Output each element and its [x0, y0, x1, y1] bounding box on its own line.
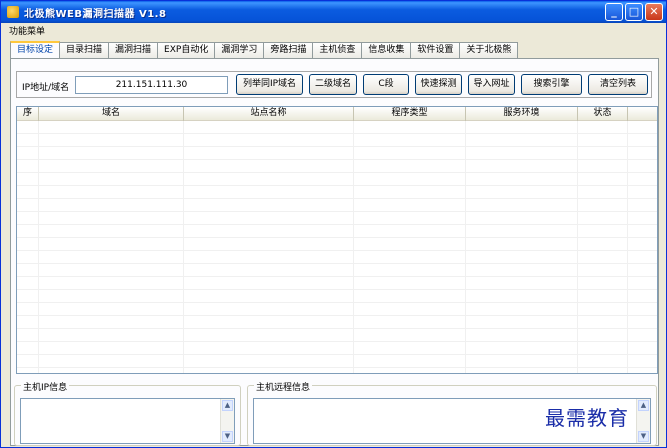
window-controls: _ □ ✕ — [605, 3, 663, 21]
grid-line — [627, 121, 628, 373]
c-segment-button[interactable]: C段 — [363, 74, 409, 95]
table-body — [17, 121, 657, 373]
host-ip-info-textarea[interactable]: ▲ ▼ — [20, 398, 235, 444]
grid-line — [183, 121, 184, 373]
target-toolbar: IP地址/域名 211.151.111.30 列举同IP域名 二级域名 C段 快… — [16, 71, 652, 98]
host-remote-info-title: 主机远程信息 — [254, 380, 313, 393]
ip-domain-input[interactable]: 211.151.111.30 — [75, 76, 228, 94]
results-table[interactable]: 序 域名 站点名称 程序类型 服务环境 状态 — [16, 106, 658, 374]
column-header-server-env[interactable]: 服务环境 — [466, 107, 578, 121]
host-ip-info-title: 主机IP信息 — [21, 380, 70, 393]
column-header-index[interactable]: 序 — [17, 107, 39, 121]
scroll-down-icon[interactable]: ▼ — [222, 431, 233, 442]
menu-function[interactable]: 功能菜单 — [9, 24, 45, 37]
tab-host-recon[interactable]: 主机侦查 — [312, 42, 363, 58]
clear-list-button[interactable]: 清空列表 — [588, 74, 648, 95]
menu-bar: 功能菜单 — [1, 23, 666, 38]
column-header-status[interactable]: 状态 — [578, 107, 628, 121]
grid-line — [577, 121, 578, 373]
tab-info-gathering[interactable]: 信息收集 — [361, 42, 412, 58]
window-title: 北极熊WEB漏洞扫描器 V1.8 — [24, 8, 167, 20]
import-urls-button[interactable]: 导入网址 — [468, 74, 515, 95]
maximize-button[interactable]: □ — [625, 3, 643, 21]
quick-probe-button[interactable]: 快速探测 — [415, 74, 462, 95]
table-header: 序 域名 站点名称 程序类型 服务环境 状态 — [17, 107, 657, 121]
title-bar[interactable]: 北极熊WEB漏洞扫描器 V1.8 _ □ ✕ — [1, 1, 666, 23]
tab-directory-scan[interactable]: 目录扫描 — [59, 42, 110, 58]
tab-sidenote-scan[interactable]: 旁路扫描 — [263, 42, 314, 58]
ip-label: IP地址/域名 — [22, 83, 70, 93]
column-header-site-name[interactable]: 站点名称 — [184, 107, 354, 121]
scroll-up-icon[interactable]: ▲ — [638, 400, 649, 411]
column-header-domain[interactable]: 域名 — [39, 107, 184, 121]
vertical-scrollbar[interactable]: ▲ ▼ — [636, 399, 650, 443]
search-engine-button[interactable]: 搜索引擎 — [521, 74, 582, 95]
app-icon — [7, 6, 19, 18]
host-ip-info-group: 主机IP信息 ▲ ▼ — [14, 380, 241, 446]
grid-line — [38, 121, 39, 373]
tab-target-settings[interactable]: 目标设定 — [10, 41, 61, 58]
tab-about[interactable]: 关于北极熊 — [459, 42, 519, 58]
close-button[interactable]: ✕ — [645, 3, 663, 21]
watermark-text: 最需教育 — [545, 406, 629, 430]
minimize-button[interactable]: _ — [605, 3, 623, 21]
list-same-ip-domains-button[interactable]: 列举同IP域名 — [236, 74, 303, 95]
tab-bar: 目标设定 目录扫描 漏洞扫描 EXP自动化 漏洞学习 旁路扫描 主机侦查 信息收… — [10, 41, 519, 58]
tab-software-settings[interactable]: 软件设置 — [410, 42, 461, 58]
tab-exp-automation[interactable]: EXP自动化 — [157, 42, 216, 58]
tab-vuln-learning[interactable]: 漏洞学习 — [214, 42, 265, 58]
scroll-up-icon[interactable]: ▲ — [222, 400, 233, 411]
tab-panel-target: IP地址/域名 211.151.111.30 列举同IP域名 二级域名 C段 快… — [10, 58, 659, 446]
vertical-scrollbar[interactable]: ▲ ▼ — [220, 399, 234, 443]
tab-vuln-scan[interactable]: 漏洞扫描 — [108, 42, 159, 58]
subdomain-button[interactable]: 二级域名 — [309, 74, 357, 95]
grid-line — [353, 121, 354, 373]
grid-line — [465, 121, 466, 373]
app-window: 北极熊WEB漏洞扫描器 V1.8 _ □ ✕ 功能菜单 目标设定 目录扫描 漏洞… — [0, 0, 667, 448]
column-header-program-type[interactable]: 程序类型 — [354, 107, 466, 121]
scroll-down-icon[interactable]: ▼ — [638, 431, 649, 442]
